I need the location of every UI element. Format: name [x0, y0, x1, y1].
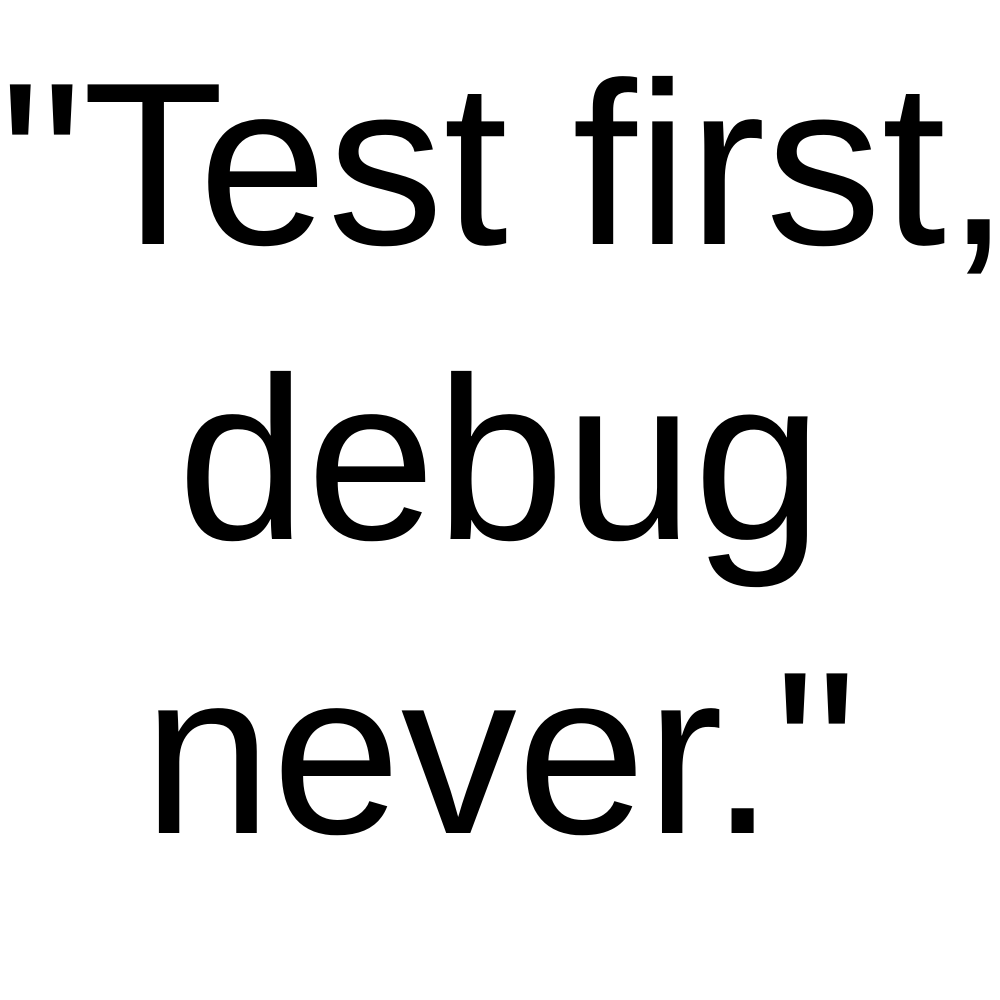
- quote-line-3: never.": [142, 624, 858, 883]
- quote-line-2: debug: [177, 330, 823, 589]
- quote-line-1: "Test first,: [0, 35, 1000, 294]
